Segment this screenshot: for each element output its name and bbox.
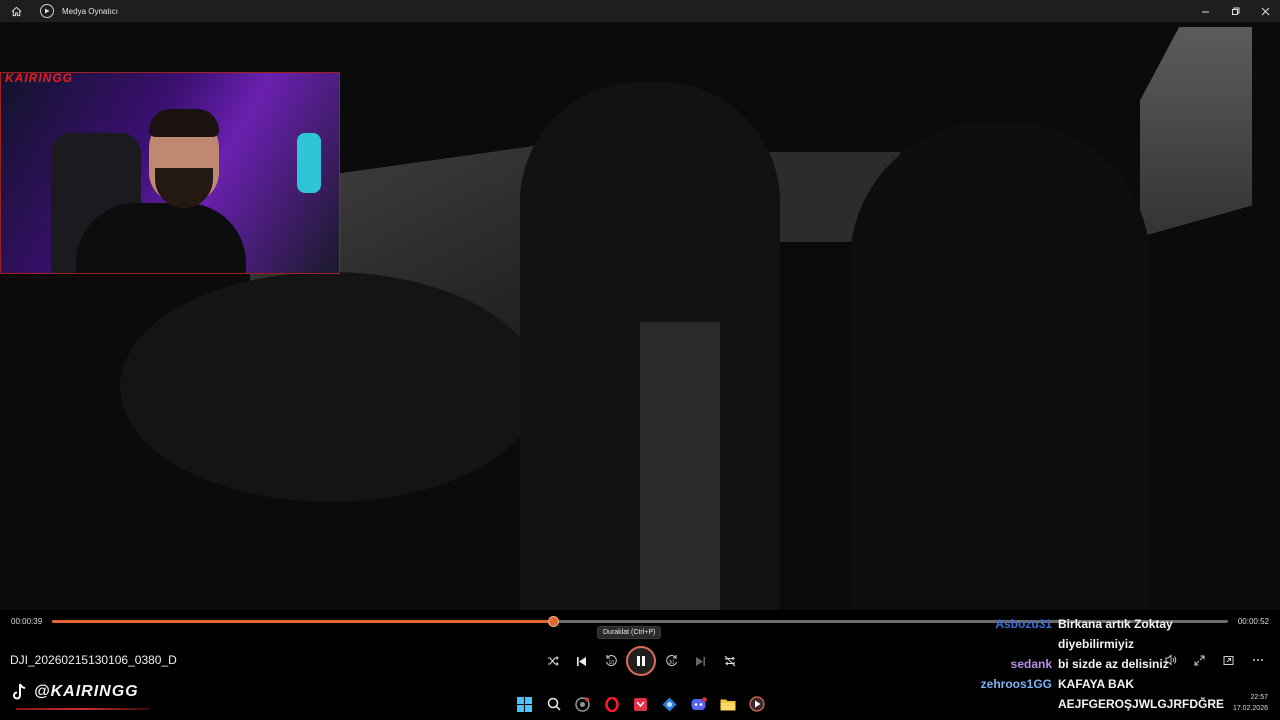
chrome-button[interactable] <box>568 692 597 716</box>
file-name: DJI_20260215130106_0380_D <box>10 653 177 667</box>
media-player-icon <box>40 4 54 18</box>
video-scene-window <box>1140 27 1252 237</box>
tiktok-overlay: @KAIRINGG <box>12 683 139 701</box>
settings-app-button[interactable] <box>655 692 684 716</box>
handle-underline <box>16 708 150 710</box>
streamer-beard <box>155 168 213 208</box>
microphone <box>297 133 321 193</box>
file-explorer-button[interactable] <box>713 692 742 716</box>
media-player-task-button[interactable] <box>742 692 771 716</box>
windows-start-button[interactable] <box>510 692 539 716</box>
restore-icon <box>1231 7 1239 15</box>
more-button[interactable] <box>1243 650 1272 670</box>
media-player-icon <box>748 696 765 712</box>
chat-text: Birkana artık Zoktay <box>1058 617 1173 631</box>
chat-message: sedank bi sizde az delisiniz <box>940 654 1240 674</box>
playback-controls: 10 30 <box>538 646 744 676</box>
discord-icon <box>691 697 707 710</box>
settings-icon <box>662 697 677 711</box>
streamer-body <box>76 203 246 273</box>
file-explorer-icon <box>720 699 735 710</box>
chat-text: KAFAYA BAK <box>1058 677 1135 691</box>
app-red-button[interactable] <box>626 692 655 716</box>
webcam-overlay: KAIRINGG <box>0 72 340 274</box>
home-icon[interactable] <box>8 3 24 19</box>
skip-previous-icon <box>577 656 586 666</box>
app-red-icon <box>634 697 647 711</box>
video-scene-hand <box>120 272 540 502</box>
repeat-button[interactable] <box>715 647 744 675</box>
rewind-10-icon: 10 <box>605 655 617 666</box>
current-time: 00:00:39 <box>11 617 43 626</box>
tiktok-handle: @KAIRINGG <box>34 683 139 700</box>
search-button[interactable] <box>539 692 568 716</box>
chat-username: Asbozu31 <box>995 617 1052 631</box>
play-pause-button[interactable] <box>626 646 656 676</box>
pause-icon <box>637 656 645 666</box>
tiktok-icon <box>13 683 26 700</box>
next-button[interactable] <box>686 647 715 675</box>
shuffle-button[interactable] <box>538 647 567 675</box>
windows-start-icon <box>517 696 532 712</box>
chat-text: bi sizde az delisiniz <box>1058 657 1169 671</box>
search-icon <box>547 697 561 711</box>
rewind-button[interactable]: 10 <box>596 647 625 675</box>
chat-text: diyebilirmiyiz <box>1058 637 1135 651</box>
chat-text: AEJFGEROŞJWLGJRFDĞRE <box>1058 697 1225 711</box>
chat-username <box>940 634 1058 654</box>
chat-message: zehroos1GG KAFAYA BAK <box>940 674 1240 694</box>
video-scene-person-right <box>850 122 1150 610</box>
taskbar <box>510 692 771 716</box>
window-title: Medya Oynatıcı <box>62 6 119 16</box>
video-scene-shirt <box>640 322 720 610</box>
webcam-label: KAIRINGG <box>5 72 73 85</box>
title-bar: Medya Oynatıcı <box>0 0 1280 22</box>
minimize-button[interactable] <box>1190 0 1220 22</box>
chat-message: AEJFGEROŞJWLGJRFDĞRE <box>940 694 1240 714</box>
shuffle-icon <box>547 656 559 666</box>
chat-username: zehroos1GG <box>980 677 1052 691</box>
streamer-hair <box>149 109 219 137</box>
more-icon <box>1252 659 1263 661</box>
previous-button[interactable] <box>567 647 596 675</box>
taskbar-clock[interactable]: 22:57 17.02.2026 <box>1233 692 1268 714</box>
chat-message: Asbozu31 Birkana artık Zoktay <box>940 614 1240 634</box>
opera-button[interactable] <box>597 692 626 716</box>
forward-label: 30 <box>668 660 674 666</box>
restore-button[interactable] <box>1220 0 1250 22</box>
chat-username <box>940 694 1058 714</box>
skip-next-icon <box>696 656 705 666</box>
chat-overlay: Asbozu31 Birkana artık Zoktay diyebilirm… <box>940 614 1240 714</box>
discord-button[interactable] <box>684 692 713 716</box>
chrome-icon <box>575 696 590 712</box>
forward-30-icon: 30 <box>665 655 677 666</box>
total-time: 00:00:52 <box>1237 617 1269 626</box>
clock-time: 22:57 <box>1250 694 1268 701</box>
minimize-icon <box>1201 11 1209 12</box>
seek-thumb[interactable] <box>547 616 559 627</box>
seek-progress <box>52 620 553 623</box>
pause-tooltip: Duraklat (Ctrl+P) <box>597 626 662 639</box>
chat-username: sedank <box>1010 657 1052 671</box>
close-button[interactable] <box>1250 0 1280 22</box>
rewind-label: 10 <box>608 660 614 666</box>
chat-message: diyebilirmiyiz <box>940 634 1240 654</box>
forward-button[interactable]: 30 <box>657 647 686 675</box>
close-icon <box>1261 7 1269 15</box>
opera-icon <box>604 696 619 712</box>
clock-date: 17.02.2026 <box>1232 705 1268 712</box>
repeat-off-icon <box>724 655 735 667</box>
